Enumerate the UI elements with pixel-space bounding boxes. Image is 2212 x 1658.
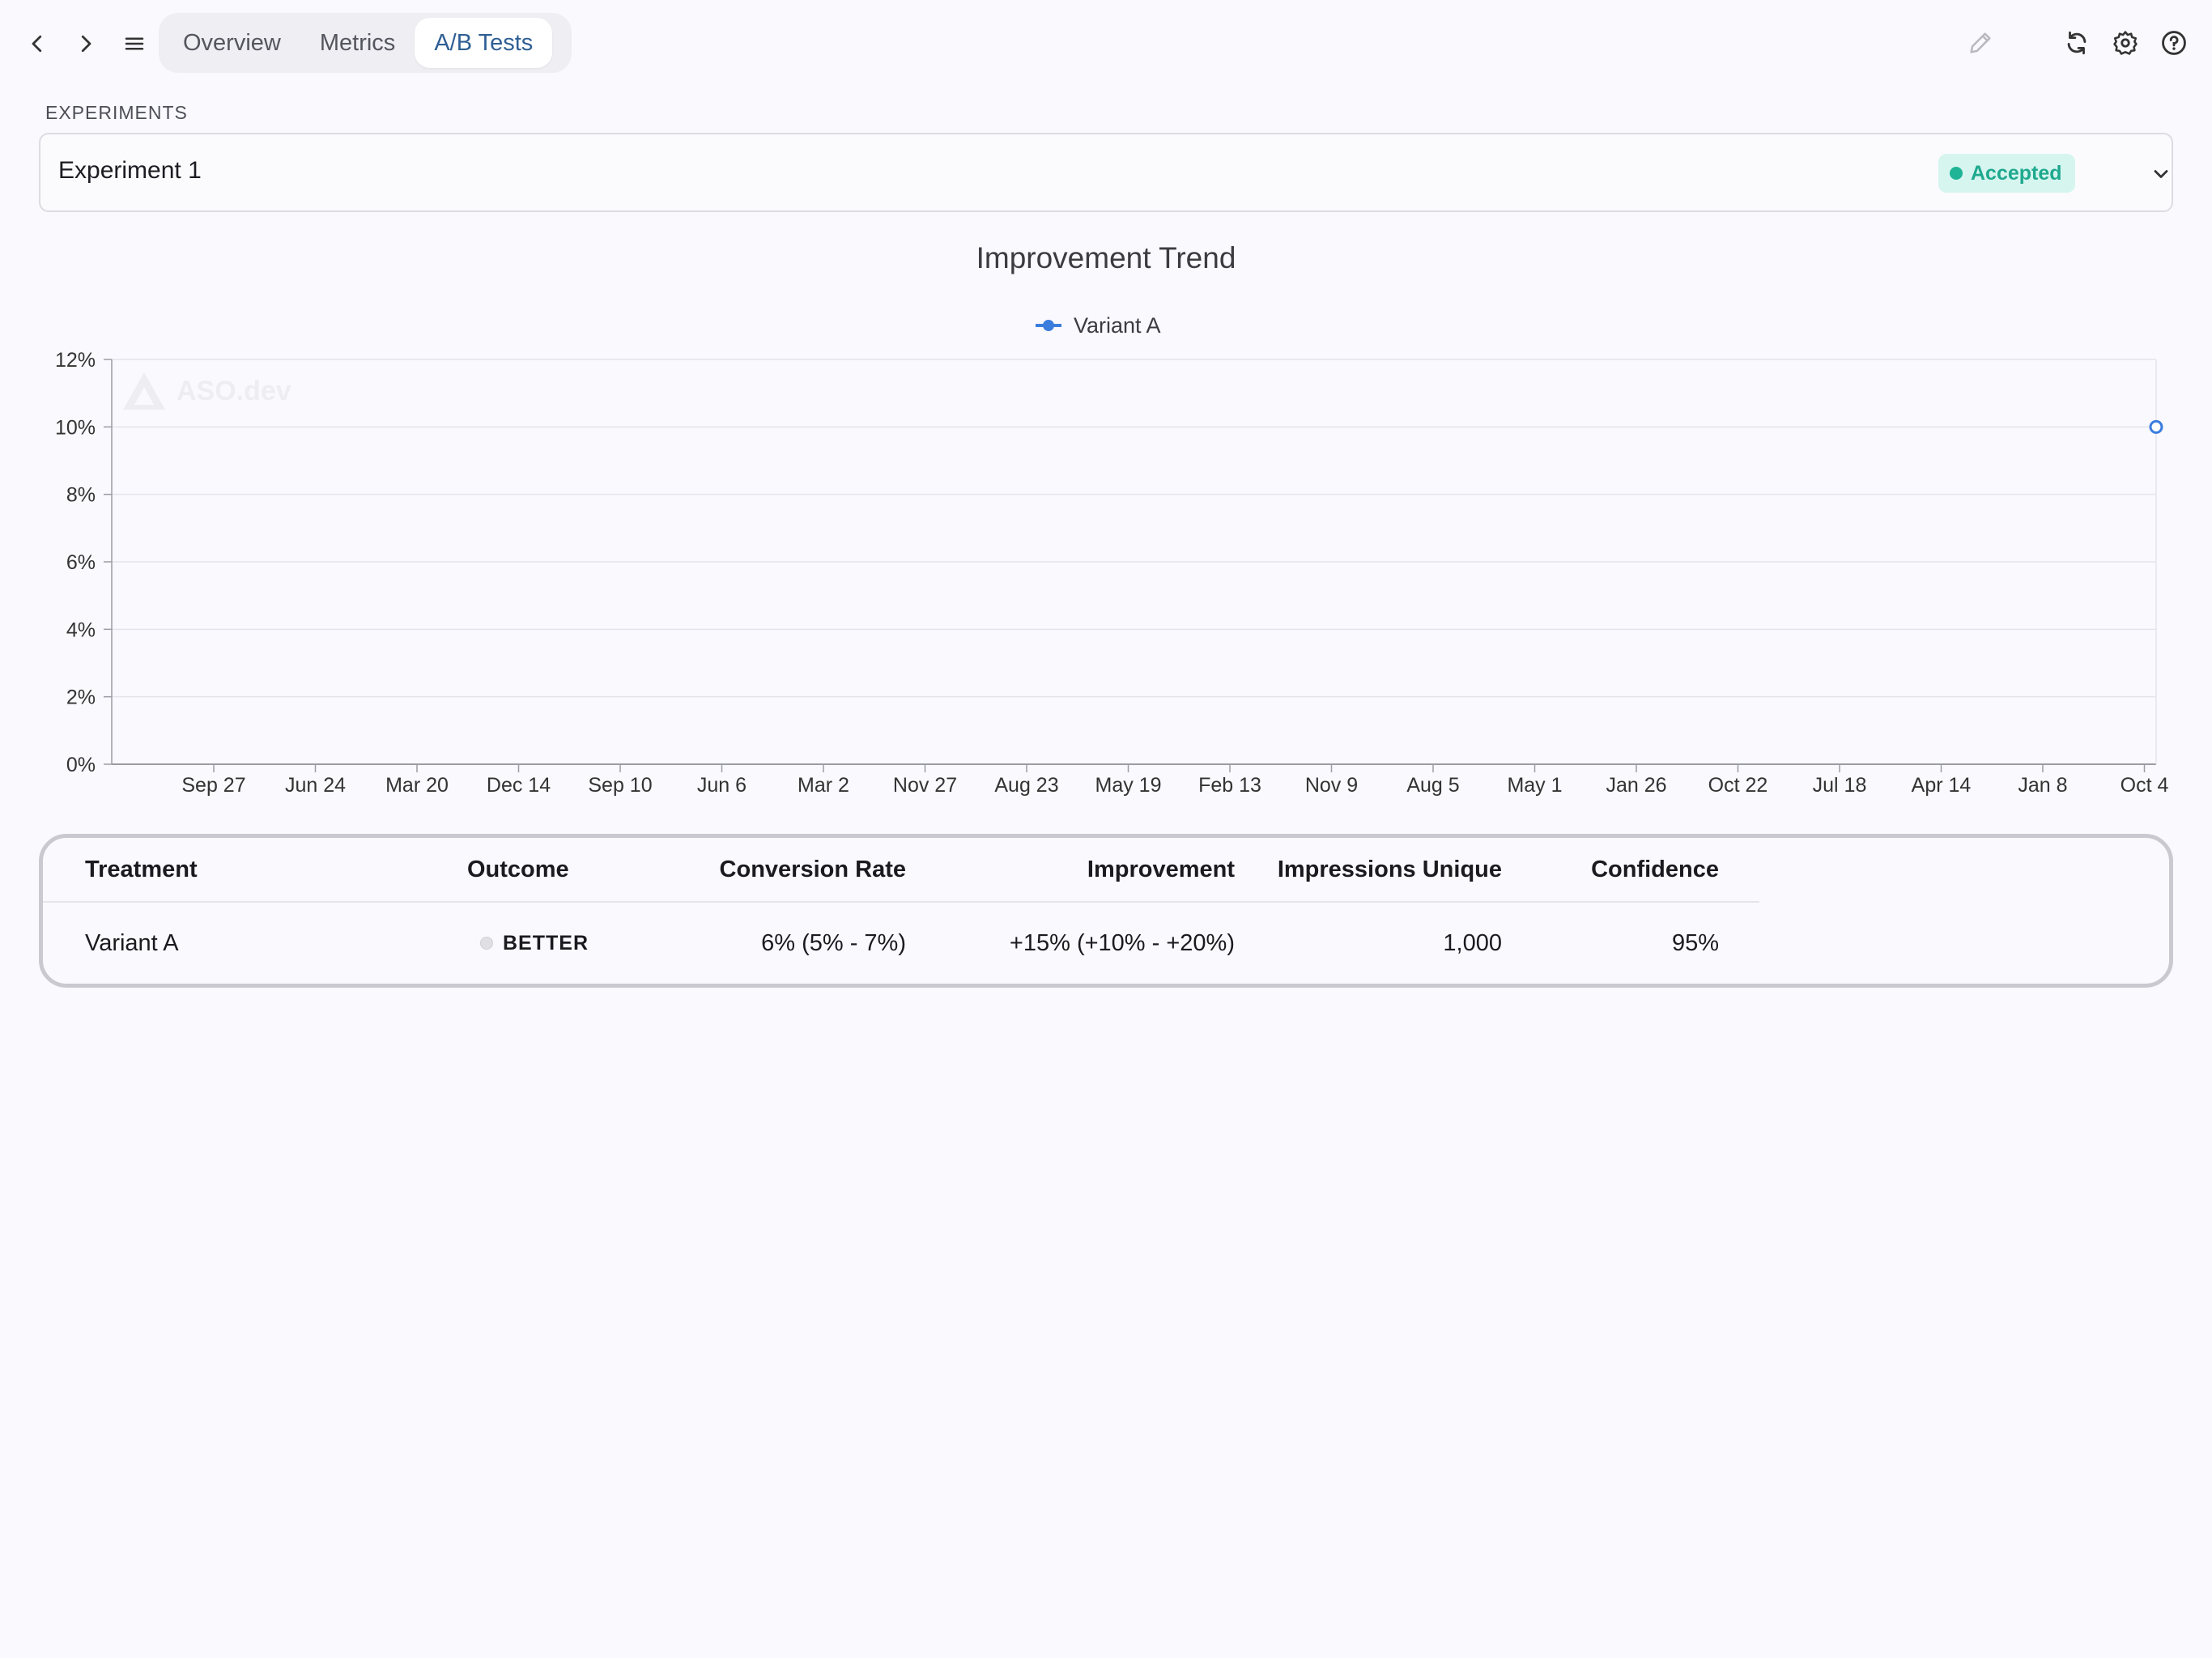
chevron-left-icon <box>32 35 42 53</box>
y-tick-label: 2% <box>66 687 96 709</box>
back-button[interactable] <box>16 23 58 65</box>
cell-impressions-unique: 1,000 <box>1443 929 1502 956</box>
x-tick-label: Aug 5 <box>1406 774 1459 797</box>
outcome-label: BETTER <box>503 931 589 954</box>
status-dot <box>1950 167 1963 180</box>
table-row[interactable]: Variant A BETTER 6% (5% - 7%) +15% (+10%… <box>43 904 1759 982</box>
cell-outcome: BETTER <box>480 904 589 982</box>
help-icon <box>2162 31 2186 55</box>
cell-improvement: +15% (+10% - +20%) <box>1009 929 1235 956</box>
status-badge: Accepted <box>1938 154 2075 193</box>
x-tick-label: May 1 <box>1507 774 1562 797</box>
chart-grid <box>111 359 2157 765</box>
refresh-button[interactable] <box>2058 24 2095 62</box>
view-tabs: Overview Metrics A/B Tests <box>159 13 572 73</box>
pencil-icon <box>1970 32 1991 53</box>
cell-confidence: 95% <box>1671 929 1719 956</box>
x-axis: Sep 27 Jun 24 Mar 20 Dec 14 Sep 10 Jun 6 Mar 2… <box>181 764 2168 797</box>
table-header-row: Treatment Outcome Conversion Rate Improv… <box>43 838 1759 903</box>
experiments-section-label: EXPERIMENTS <box>45 102 188 123</box>
x-tick-label: Mar 2 <box>798 774 849 797</box>
y-tick-label: 6% <box>66 551 96 574</box>
x-tick-label: Jun 6 <box>697 774 747 797</box>
x-tick-label: Oct 4 <box>2121 774 2169 797</box>
x-tick-label: Nov 9 <box>1305 774 1358 797</box>
x-tick-label: Jan 26 <box>1606 774 1666 797</box>
y-tick-label: 4% <box>66 619 96 641</box>
x-tick-label: Mar 20 <box>385 774 449 797</box>
experiment-select[interactable]: Experiment 1 Accepted <box>39 133 2173 212</box>
refresh-icon <box>2067 31 2087 55</box>
x-tick-label: Aug 23 <box>994 774 1058 797</box>
cell-treatment: Variant A <box>85 929 179 956</box>
results-table: Treatment Outcome Conversion Rate Improv… <box>39 834 2173 988</box>
y-tick-label: 12% <box>55 349 96 372</box>
x-tick-label: Apr 14 <box>1912 774 1972 797</box>
help-button[interactable] <box>2155 24 2193 62</box>
menu-button[interactable] <box>113 23 155 65</box>
toolbar: Overview Metrics A/B Tests <box>0 0 2212 84</box>
tab-ab-tests[interactable]: A/B Tests <box>415 18 553 68</box>
x-tick-label: Sep 27 <box>181 774 245 797</box>
y-tick-label: 0% <box>66 754 96 776</box>
gear-icon <box>2113 31 2138 55</box>
edit-button[interactable] <box>1962 24 1999 62</box>
x-tick-label: Jan 8 <box>2018 774 2067 797</box>
x-tick-label: Jul 18 <box>1813 774 1867 797</box>
improvement-trend-chart: 0% 2% 4% 6% 8% 10% 12% Sep 27 Jun 24 Mar 20 Dec 1… <box>55 349 2169 797</box>
cell-conversion-rate: 6% (5% - 7%) <box>761 929 906 956</box>
status-label: Accepted <box>1971 161 2062 185</box>
forward-button[interactable] <box>65 23 107 65</box>
x-tick-label: Feb 13 <box>1198 774 1261 797</box>
header-impressions-unique: Impressions Unique <box>1277 856 1502 882</box>
y-tick-label: 10% <box>55 416 96 439</box>
x-tick-label: May 19 <box>1095 774 1162 797</box>
header-improvement: Improvement <box>1087 856 1235 882</box>
outcome-dot <box>480 937 493 950</box>
x-tick-label: Oct 22 <box>1708 774 1768 797</box>
chevron-right-icon <box>81 35 91 53</box>
chart-series <box>2149 419 2163 434</box>
y-tick-label: 8% <box>66 484 96 507</box>
chart-title: Improvement Trend <box>976 241 1236 274</box>
legend-marker-icon <box>1036 320 1061 331</box>
settings-button[interactable] <box>2107 24 2144 62</box>
tab-overview[interactable]: Overview <box>164 18 300 68</box>
header-conversion-rate: Conversion Rate <box>719 856 906 882</box>
chevron-down-icon <box>2149 162 2173 186</box>
y-axis: 0% 2% 4% 6% 8% 10% 12% <box>55 349 112 776</box>
header-treatment: Treatment <box>85 856 198 882</box>
header-confidence: Confidence <box>1591 856 1719 882</box>
chart-legend[interactable]: Variant A <box>1035 309 1161 342</box>
x-tick-label: Jun 24 <box>285 774 346 797</box>
legend-label: Variant A <box>1074 312 1161 338</box>
x-tick-label: Nov 27 <box>893 774 957 797</box>
tab-metrics[interactable]: Metrics <box>300 18 415 68</box>
experiment-name: Experiment 1 <box>58 157 202 184</box>
hamburger-icon <box>125 37 144 50</box>
header-outcome: Outcome <box>467 856 569 882</box>
x-tick-label: Dec 14 <box>487 774 551 797</box>
x-tick-label: Sep 10 <box>588 774 652 797</box>
data-point[interactable] <box>2149 419 2163 434</box>
